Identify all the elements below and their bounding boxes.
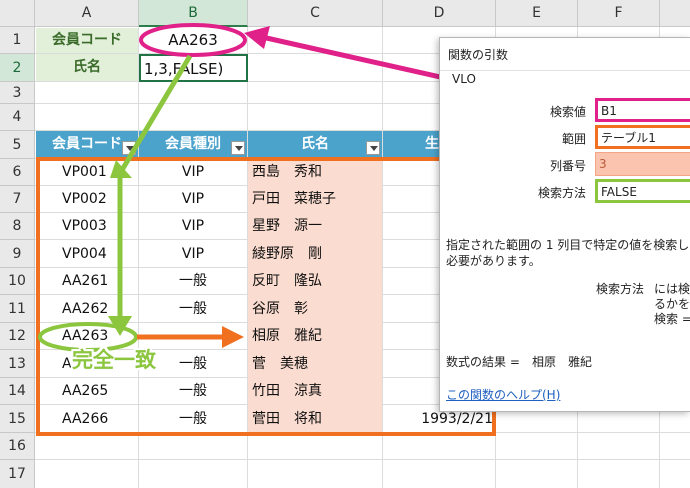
orange-arrow-head [222,326,244,348]
formula-result-value: 相原 雅紀 [532,355,593,369]
arg-label-column-index: 列番号 [549,159,586,173]
arg-input-column-index[interactable]: 3 [595,152,690,176]
lookup-value-highlight [139,23,247,57]
formula-result-label: 数式の結果 = [446,355,520,369]
magenta-arrow-head [244,26,270,49]
function-description-continued: 必要があります。 [446,254,541,268]
function-arguments-dialog[interactable]: 関数の引数 VLO 検索値 B1 範囲 テーブル1 列番号 3 検索方法 FAL… [439,37,690,412]
arg-label-lookup-value: 検索値 [549,105,586,119]
arg-input-lookup-value[interactable]: B1 [595,98,690,122]
green-search-path [119,54,193,172]
argument-description-line3: 検索 = [654,312,690,326]
arg-input-range[interactable]: テーブル1 [595,125,690,149]
dialog-title-divider [440,70,690,71]
function-help-link[interactable]: この関数のヘルプ(H) [446,386,560,403]
function-description: 指定された範囲の 1 列目で特定の値を検索し、指 [446,238,690,252]
arg-label-range: 範囲 [561,132,586,146]
arg-label-match-type: 検索方法 [537,186,586,200]
dialog-title: 関数の引数 [448,48,509,62]
argument-description-label: 検索方法 [596,282,645,296]
exact-match-annotation: 完全一致 [72,348,156,372]
dialog-function-name: VLO [452,74,476,84]
arg-input-match-type[interactable]: FALSE [595,179,690,203]
